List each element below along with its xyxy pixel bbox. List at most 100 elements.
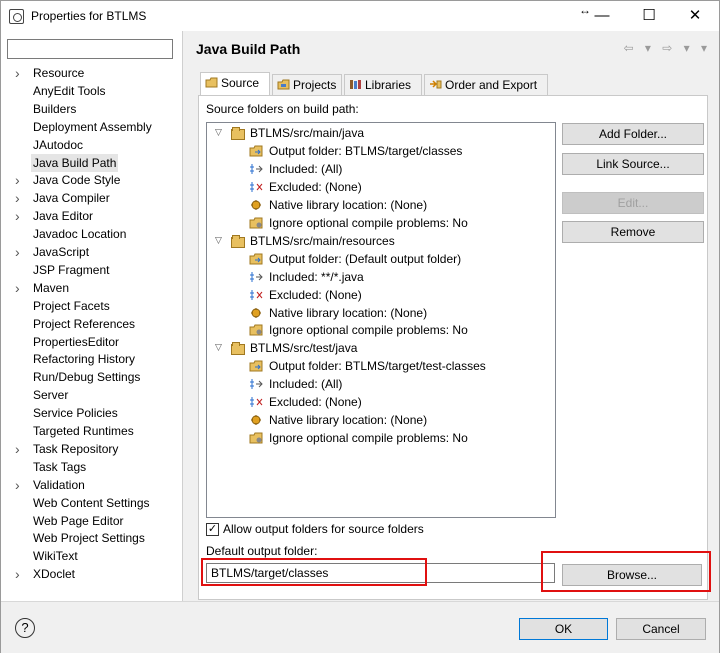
sidebar-item[interactable]: Java Build Path <box>31 153 119 172</box>
sidebar-item[interactable]: Web Project Settings <box>31 529 147 547</box>
link-source-button[interactable]: Link Source... <box>562 153 704 175</box>
sidebar-item[interactable]: Java Editor <box>31 207 95 225</box>
source-attribute-row[interactable]: Native library location: (None) <box>269 304 427 322</box>
excluded-icon <box>249 396 263 408</box>
source-attribute-row[interactable]: Ignore optional compile problems: No <box>269 214 468 232</box>
sidebar-item[interactable]: Refactoring History <box>31 350 137 368</box>
source-attribute-row[interactable]: Ignore optional compile problems: No <box>269 321 468 339</box>
expand-arrow-icon[interactable]: › <box>15 279 20 297</box>
sidebar-item[interactable]: Deployment Assembly <box>31 118 154 136</box>
expand-arrow-icon[interactable]: › <box>15 565 20 583</box>
tab-libraries[interactable]: Libraries <box>344 74 422 96</box>
ignore-problems-icon <box>249 324 263 336</box>
source-folder-row[interactable]: BTLMS/src/main/resources <box>250 232 395 250</box>
native-library-icon <box>249 307 263 319</box>
source-folder-icon <box>231 234 245 248</box>
tab-projects-label: Projects <box>293 78 337 92</box>
source-attribute-row[interactable]: Included: **/*.java <box>269 268 364 286</box>
ok-button[interactable]: OK <box>519 618 608 640</box>
history-nav-icons[interactable]: ⇦ ▾ ⇨ ▾ ▾ <box>623 41 711 55</box>
sidebar-item[interactable]: Maven <box>31 279 71 297</box>
sidebar-item[interactable]: WikiText <box>31 547 80 565</box>
expand-arrow-icon[interactable]: › <box>15 207 20 225</box>
filter-input[interactable] <box>7 39 173 59</box>
native-library-icon <box>249 199 263 211</box>
window-title: Properties for BTLMS <box>31 9 147 23</box>
sidebar-item[interactable]: Validation <box>31 476 87 494</box>
sidebar-item[interactable]: Task Tags <box>31 458 88 476</box>
sidebar-item[interactable]: Project References <box>31 315 137 333</box>
expand-arrow-icon[interactable]: › <box>15 171 20 189</box>
source-folder-row[interactable]: BTLMS/src/test/java <box>250 339 357 357</box>
edit-button[interactable]: Edit... <box>562 192 704 214</box>
allow-output-checkbox[interactable]: ✓ <box>206 523 219 536</box>
sidebar-item[interactable]: Task Repository <box>31 440 120 458</box>
sidebar-item[interactable]: JAutodoc <box>31 136 85 154</box>
checkbox-check-icon: ✓ <box>207 523 218 535</box>
sidebar-item[interactable]: Resource <box>31 64 86 82</box>
expand-arrow-icon[interactable]: › <box>15 189 20 207</box>
expand-arrow-icon[interactable]: › <box>15 440 20 458</box>
source-attribute-row[interactable]: Included: (All) <box>269 375 342 393</box>
sidebar-item[interactable]: Web Content Settings <box>31 494 152 512</box>
source-attribute-row[interactable]: Output folder: BTLMS/target/test-classes <box>269 357 486 375</box>
close-button[interactable]: ✕ <box>680 5 710 27</box>
allow-output-label: Allow output folders for source folders <box>223 522 424 536</box>
sidebar-item[interactable]: JSP Fragment <box>31 261 111 279</box>
tab-order-and-export[interactable]: Order and Export <box>424 74 548 96</box>
remove-button[interactable]: Remove <box>562 221 704 243</box>
source-attribute-row[interactable]: Output folder: BTLMS/target/classes <box>269 142 462 160</box>
source-attribute-row[interactable]: Excluded: (None) <box>269 178 362 196</box>
collapse-arrow-icon[interactable]: ▽ <box>215 235 222 246</box>
ok-label: OK <box>554 622 573 636</box>
minimize-button[interactable]: — <box>587 5 617 27</box>
output-folder-icon <box>249 253 263 265</box>
source-attribute-row[interactable]: Included: (All) <box>269 160 342 178</box>
sidebar-item[interactable]: Javadoc Location <box>31 225 128 243</box>
source-attribute-row[interactable]: Native library location: (None) <box>269 411 427 429</box>
add-folder-button[interactable]: Add Folder... <box>562 123 704 145</box>
sidebar-item[interactable]: AnyEdit Tools <box>31 82 108 100</box>
excluded-icon <box>249 289 263 301</box>
source-folder-icon <box>231 342 245 356</box>
cancel-label: Cancel <box>642 622 680 636</box>
tab-source[interactable]: Source <box>200 72 270 96</box>
sidebar-item[interactable]: Java Compiler <box>31 189 112 207</box>
sidebar-item[interactable]: Targeted Runtimes <box>31 422 136 440</box>
sidebar-item[interactable]: PropertiesEditor <box>31 333 121 351</box>
sidebar-item[interactable]: JavaScript <box>31 243 91 261</box>
sidebar-item[interactable]: Run/Debug Settings <box>31 368 142 386</box>
source-attribute-row[interactable]: Output folder: (Default output folder) <box>269 250 461 268</box>
source-attribute-row[interactable]: Excluded: (None) <box>269 393 362 411</box>
output-folder-icon <box>249 145 263 157</box>
help-icon[interactable]: ? <box>15 618 35 638</box>
collapse-arrow-icon[interactable]: ▽ <box>215 127 222 138</box>
maximize-button[interactable]: ☐ <box>634 5 664 27</box>
tab-projects[interactable]: Projects <box>272 74 342 96</box>
sidebar-item[interactable]: Project Facets <box>31 297 112 315</box>
ignore-problems-icon <box>249 432 263 444</box>
source-attribute-row[interactable]: Ignore optional compile problems: No <box>269 429 468 447</box>
sidebar-item[interactable]: XDoclet <box>31 565 77 583</box>
expand-arrow-icon[interactable]: › <box>15 64 20 82</box>
source-attribute-row[interactable]: Native library location: (None) <box>269 196 427 214</box>
main-panel: Java Build Path ⇦ ▾ ⇨ ▾ ▾ Source Project… <box>184 31 719 601</box>
expand-arrow-icon[interactable]: › <box>15 476 20 494</box>
source-attribute-row[interactable]: Excluded: (None) <box>269 286 362 304</box>
default-output-label: Default output folder: <box>206 544 318 558</box>
source-folder-tree[interactable]: ▽ BTLMS/src/main/java Output folder: BTLMS… <box>206 122 556 518</box>
sidebar-item[interactable]: Java Code Style <box>31 171 122 189</box>
collapse-arrow-icon[interactable]: ▽ <box>215 342 222 353</box>
tab-order-export-label: Order and Export <box>445 78 538 92</box>
sidebar-item[interactable]: Builders <box>31 100 78 118</box>
cancel-button[interactable]: Cancel <box>616 618 706 640</box>
excluded-icon <box>249 181 263 193</box>
source-folder-row[interactable]: BTLMS/src/main/java <box>250 124 364 142</box>
sidebar-item[interactable]: Service Policies <box>31 404 120 422</box>
tab-source-label: Source <box>221 76 260 90</box>
sidebar-item[interactable]: Server <box>31 386 70 404</box>
sidebar-item[interactable]: Web Page Editor <box>31 512 126 530</box>
expand-arrow-icon[interactable]: › <box>15 243 20 261</box>
output-folder-highlight <box>201 558 427 586</box>
dialog-button-bar: ? OK Cancel <box>1 601 719 653</box>
